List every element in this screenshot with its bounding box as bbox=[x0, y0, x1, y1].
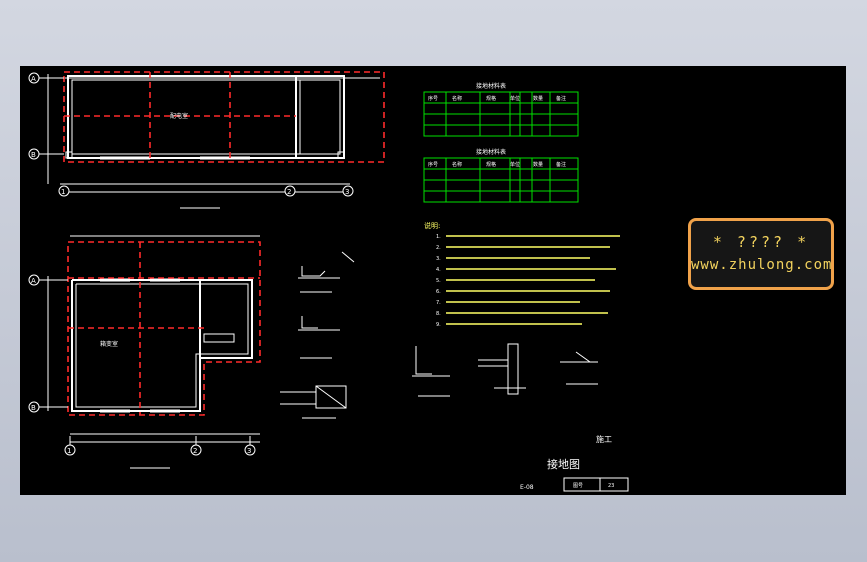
note-number-1: 1. bbox=[436, 234, 441, 240]
table-2-title: 接地材料表 bbox=[476, 148, 506, 156]
table-2-header-remark: 备注 bbox=[556, 161, 566, 168]
bottom-axis-label-2: 2 bbox=[193, 447, 197, 455]
top-floor-plan bbox=[47, 74, 380, 194]
title-block-field-1: 图号 bbox=[573, 483, 583, 489]
detail-sketches-right bbox=[412, 343, 598, 397]
bottom-axis-label-b: B bbox=[31, 404, 36, 412]
notes-heading: 说明: bbox=[424, 221, 440, 230]
drawing-number: E-08 bbox=[520, 484, 534, 491]
table-2-header-name: 名称 bbox=[452, 161, 462, 168]
table-1-header-spec: 规格 bbox=[486, 95, 496, 102]
top-room-label: 配电室 bbox=[170, 112, 188, 120]
table-2-header-no: 序号 bbox=[428, 161, 438, 168]
note-number-9: 9. bbox=[436, 322, 441, 328]
detail-sketches-middle bbox=[280, 251, 355, 419]
table-1-header-no: 序号 bbox=[428, 95, 438, 102]
watermark-badge: * ???? * www.zhulong.com bbox=[688, 218, 834, 290]
top-axis-label-2: 2 bbox=[287, 188, 291, 196]
table-1-title: 接地材料表 bbox=[476, 82, 506, 90]
table-2-header-unit: 单位 bbox=[510, 161, 520, 168]
top-axis-label-3: 3 bbox=[345, 188, 349, 196]
note-number-7: 7. bbox=[436, 300, 441, 306]
note-number-4: 4. bbox=[436, 267, 441, 273]
table-1-header-unit: 单位 bbox=[510, 95, 520, 102]
top-axis-label-a: A bbox=[31, 75, 36, 83]
top-grounding-ring bbox=[63, 71, 385, 163]
materials-table-1 bbox=[423, 91, 579, 137]
bottom-axis-label-1: 1 bbox=[67, 447, 71, 455]
notes-list bbox=[446, 235, 620, 325]
materials-table-2 bbox=[423, 157, 579, 203]
bottom-axis-bubbles bbox=[28, 274, 256, 456]
table-2-header-spec: 规格 bbox=[486, 161, 496, 168]
note-number-8: 8. bbox=[436, 311, 441, 317]
bottom-axis-label-a: A bbox=[31, 277, 36, 285]
bottom-axis-label-3: 3 bbox=[247, 447, 251, 455]
stage-label: 施工 bbox=[596, 434, 612, 444]
note-number-3: 3. bbox=[436, 256, 441, 262]
table-2-header-qty: 数量 bbox=[533, 161, 543, 168]
table-1-header-remark: 备注 bbox=[556, 95, 566, 102]
table-2-header: 序号 名称 规格 单位 数量 备注 bbox=[428, 161, 566, 168]
note-number-5: 5. bbox=[436, 278, 441, 284]
watermark-line-2: www.zhulong.com bbox=[691, 257, 833, 273]
top-axis-label-b: B bbox=[31, 151, 36, 159]
top-axis-label-1: 1 bbox=[61, 188, 65, 196]
watermark-line-1: * ???? * bbox=[712, 233, 810, 251]
table-1-header: 序号 名称 规格 单位 数量 备注 bbox=[428, 95, 566, 102]
drawing-title: 接地图 bbox=[547, 458, 580, 471]
title-block-field-2: 23 bbox=[608, 483, 614, 489]
bottom-grounding-ring bbox=[67, 241, 261, 416]
note-number-2: 2. bbox=[436, 245, 441, 251]
note-number-6: 6. bbox=[436, 289, 441, 295]
top-axis-bubbles bbox=[28, 72, 354, 197]
bottom-room-label: 箱变室 bbox=[100, 340, 118, 348]
table-1-header-qty: 数量 bbox=[533, 95, 543, 102]
table-1-header-name: 名称 bbox=[452, 95, 462, 102]
